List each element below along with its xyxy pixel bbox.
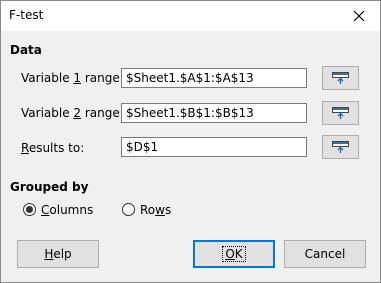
data-section-heading: Data — [10, 43, 42, 57]
results-to-label: Results to: — [21, 141, 85, 155]
columns-radio[interactable] — [23, 203, 36, 216]
shrink-range-icon — [332, 106, 349, 119]
cancel-button[interactable]: Cancel — [284, 240, 366, 268]
variable-1-range-label: Variable 1 range: — [21, 71, 124, 85]
rows-radio[interactable] — [122, 203, 135, 216]
rows-radio-option[interactable]: Rows — [122, 201, 182, 219]
ok-button-label: OK — [222, 246, 246, 262]
results-to-input[interactable]: $D$1 — [121, 137, 307, 157]
dialog-title: F-test — [9, 8, 44, 22]
help-button-label: Help — [44, 247, 72, 261]
ftest-dialog: F-test Data Variable 1 range: $Sheet1.$A… — [0, 0, 381, 283]
shrink-range-icon — [332, 71, 349, 84]
columns-label: Columns — [41, 203, 94, 217]
close-button[interactable] — [346, 4, 372, 28]
rows-label: Rows — [140, 203, 172, 217]
variable-1-shrink-button[interactable] — [322, 66, 359, 90]
grouped-by-heading: Grouped by — [10, 180, 89, 194]
variable-1-range-input[interactable]: $Sheet1.$A$1:$A$13 — [121, 68, 307, 88]
title-bar: F-test — [1, 1, 380, 31]
radio-selected-dot — [26, 206, 33, 213]
help-button[interactable]: Help — [17, 240, 99, 268]
close-icon — [353, 10, 365, 22]
results-shrink-button[interactable] — [322, 135, 359, 159]
shrink-range-icon — [332, 140, 349, 153]
ok-button[interactable]: OK — [193, 240, 275, 268]
variable-2-shrink-button[interactable] — [322, 101, 359, 125]
columns-radio-option[interactable]: Columns — [23, 201, 103, 219]
variable-2-range-input[interactable]: $Sheet1.$B$1:$B$13 — [121, 103, 307, 123]
variable-2-range-label: Variable 2 range: — [21, 106, 124, 120]
